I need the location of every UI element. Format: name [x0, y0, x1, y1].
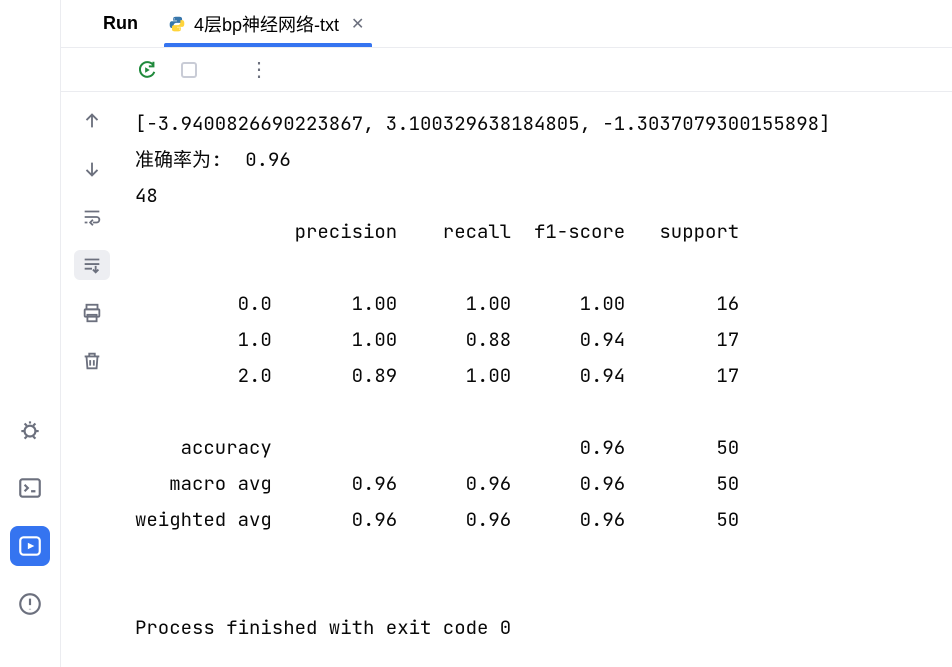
run-tool-title: Run [103, 13, 138, 34]
run-tab-title: 4层bp神经网络-txt [194, 11, 339, 37]
output-line: macro avg 0.96 0.96 0.96 50 [135, 471, 739, 496]
left-rail [0, 0, 60, 667]
output-line: 48 [135, 183, 158, 208]
console-output[interactable]: [-3.9400826690223867, 3.100329638184805,… [123, 92, 952, 667]
python-file-icon [168, 15, 186, 33]
output-line: [-3.9400826690223867, 3.100329638184805,… [135, 111, 830, 136]
output-line: 2.0 0.89 1.00 0.94 17 [135, 363, 739, 388]
soft-wrap-button[interactable] [74, 202, 110, 232]
output-line: Process finished with exit code 0 [135, 615, 511, 640]
output-line: precision recall f1-score support [135, 219, 739, 244]
more-actions-button[interactable]: ⋮ [249, 60, 269, 80]
run-tab[interactable]: 4层bp神经网络-txt ✕ [168, 0, 368, 47]
run-tool-button[interactable] [10, 526, 50, 566]
debug-tool-button[interactable] [10, 410, 50, 450]
run-tool-window: Run 4层bp神经网络-txt ✕ [60, 0, 952, 667]
terminal-tool-button[interactable] [10, 468, 50, 508]
run-body: [-3.9400826690223867, 3.100329638184805,… [61, 92, 952, 667]
run-toolbar: ⋮ [61, 48, 952, 92]
console-action-column [61, 92, 123, 667]
print-button[interactable] [74, 298, 110, 328]
run-tabstrip: Run 4层bp神经网络-txt ✕ [61, 0, 952, 48]
stop-button[interactable] [177, 58, 201, 82]
problems-tool-button[interactable] [10, 584, 50, 624]
scroll-to-end-button[interactable] [74, 250, 110, 280]
output-line: 准确率为: 0.96 [135, 147, 291, 172]
output-line: 1.0 1.00 0.88 0.94 17 [135, 327, 739, 352]
output-line: 0.0 1.00 1.00 1.00 16 [135, 291, 739, 316]
output-line: weighted avg 0.96 0.96 0.96 50 [135, 507, 739, 532]
clear-all-button[interactable] [74, 346, 110, 376]
close-tab-icon[interactable]: ✕ [347, 14, 368, 34]
stop-icon [181, 62, 197, 78]
output-line: accuracy 0.96 50 [135, 435, 739, 460]
scroll-down-button[interactable] [74, 154, 110, 184]
ide-root: Run 4层bp神经网络-txt ✕ [0, 0, 952, 667]
scroll-up-button[interactable] [74, 106, 110, 136]
rerun-button[interactable] [135, 58, 159, 82]
